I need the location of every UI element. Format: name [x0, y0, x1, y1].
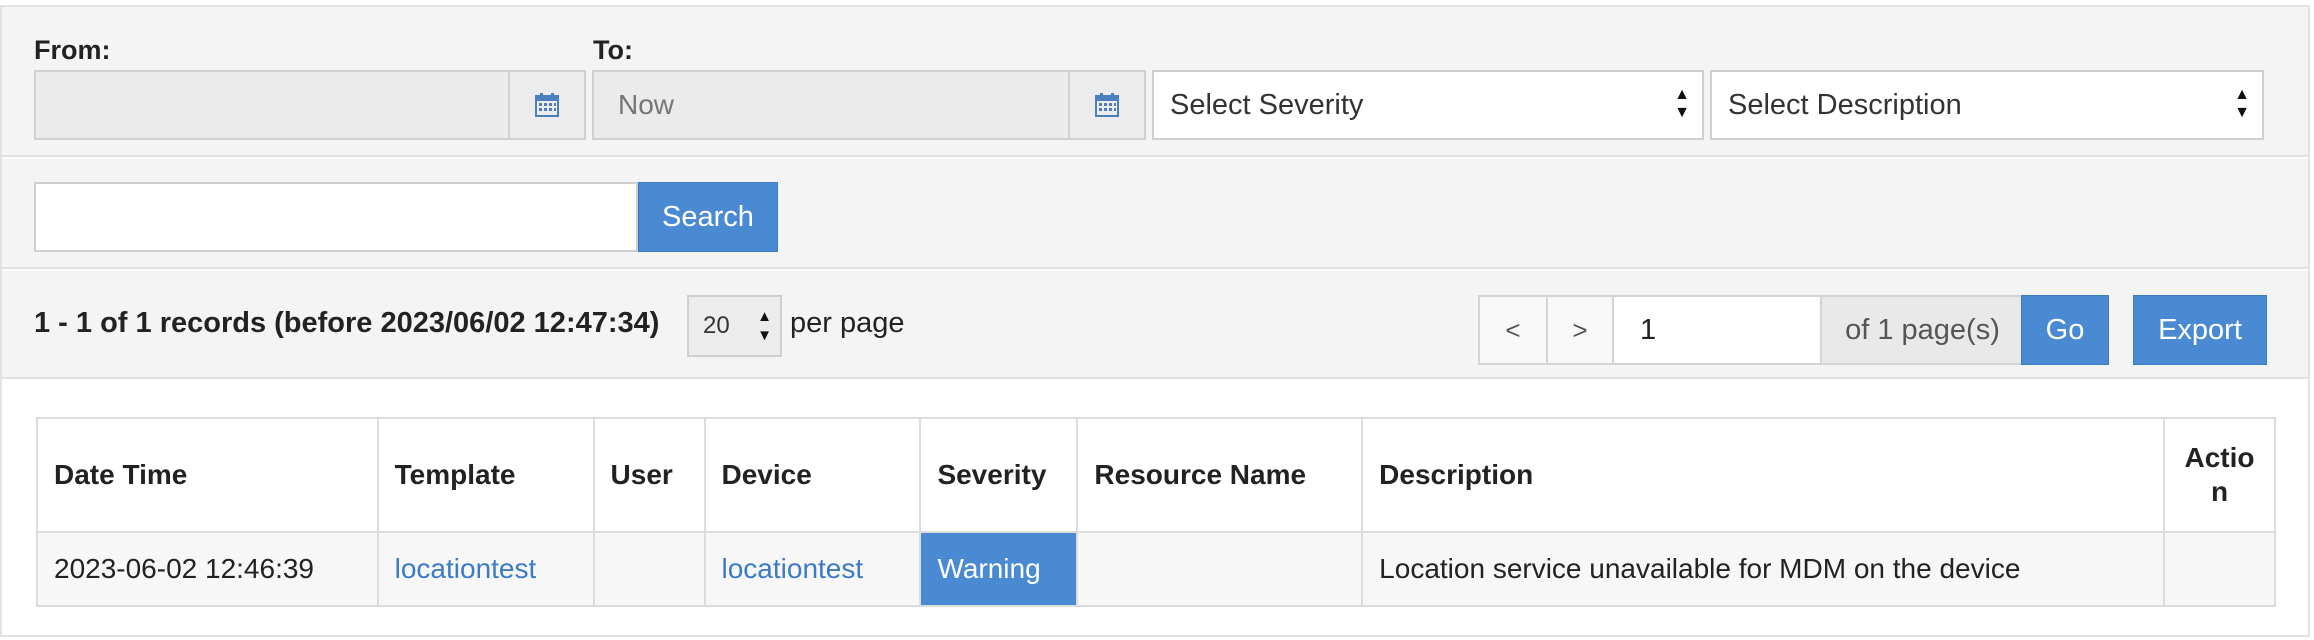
- column-header-severity[interactable]: Severity: [919, 417, 1079, 533]
- to-label: To:: [593, 35, 633, 65]
- from-date-group: [34, 70, 586, 140]
- page-number-input[interactable]: [1612, 297, 1822, 363]
- calendar-icon: [1095, 93, 1119, 117]
- description-select[interactable]: Select Description ▲ ▼: [1710, 70, 2264, 140]
- table-row: 2023-06-02 12:46:39 locationtest locatio…: [36, 531, 2276, 607]
- device-link[interactable]: locationtest: [722, 553, 864, 584]
- search-input[interactable]: [34, 182, 638, 252]
- export-button[interactable]: Export: [2133, 295, 2267, 365]
- column-header-description[interactable]: Description: [1361, 417, 2166, 533]
- paging-bar: 1 - 1 of 1 records (before 2023/06/02 12…: [2, 271, 2308, 379]
- cell-device: locationtest: [703, 531, 922, 607]
- cell-user: [592, 531, 706, 607]
- from-date-input[interactable]: [36, 72, 508, 138]
- events-table: Date Time Template User Device Severity …: [36, 417, 2276, 607]
- search-button[interactable]: Search: [638, 182, 778, 252]
- column-header-device[interactable]: Device: [703, 417, 922, 533]
- cell-template: locationtest: [376, 531, 595, 607]
- page-count: of 1 page(s): [1822, 297, 2023, 363]
- column-header-user[interactable]: User: [592, 417, 706, 533]
- column-header-template[interactable]: Template: [376, 417, 595, 533]
- column-header-resource-name[interactable]: Resource Name: [1076, 417, 1364, 533]
- to-date-group: [592, 70, 1146, 140]
- from-label: From:: [34, 35, 111, 65]
- calendar-icon: [535, 93, 559, 117]
- per-page-select[interactable]: 20 ▲ ▼: [687, 295, 782, 357]
- next-page-button[interactable]: >: [1546, 297, 1612, 363]
- to-calendar-button[interactable]: [1068, 72, 1144, 138]
- to-date-input[interactable]: [594, 72, 1068, 138]
- table-header-row: Date Time Template User Device Severity …: [36, 417, 2276, 533]
- cell-action: [2163, 531, 2276, 607]
- per-page-label: per page: [790, 307, 905, 339]
- cell-description: Location service unavailable for MDM on …: [1361, 531, 2166, 607]
- pagination: < > of 1 page(s): [1478, 295, 2025, 365]
- cell-resource-name: [1076, 531, 1364, 607]
- sort-arrows-icon: ▲ ▼: [1674, 86, 1690, 121]
- per-page-value: 20: [703, 312, 730, 339]
- cell-date-time: 2023-06-02 12:46:39: [36, 531, 379, 607]
- column-header-action: Actio n: [2163, 417, 2276, 533]
- template-link[interactable]: locationtest: [395, 553, 537, 584]
- prev-page-button[interactable]: <: [1480, 297, 1546, 363]
- filter-bar: From: To: Now Select Severity ▲ ▼ Select…: [2, 7, 2308, 157]
- column-header-date-time[interactable]: Date Time: [36, 417, 379, 533]
- records-summary: 1 - 1 of 1 records (before 2023/06/02 12…: [34, 307, 660, 339]
- search-bar: Search: [2, 159, 2308, 269]
- sort-arrows-icon: ▲ ▼: [2234, 86, 2250, 121]
- event-log-panel: From: To: Now Select Severity ▲ ▼ Select…: [0, 5, 2310, 637]
- severity-badge: Warning: [919, 531, 1079, 607]
- description-select-value: Select Description: [1728, 89, 1962, 121]
- go-button[interactable]: Go: [2021, 295, 2109, 365]
- severity-select[interactable]: Select Severity ▲ ▼: [1152, 70, 1704, 140]
- severity-select-value: Select Severity: [1170, 89, 1364, 121]
- sort-arrows-icon: ▲ ▼: [757, 308, 772, 344]
- from-calendar-button[interactable]: [508, 72, 584, 138]
